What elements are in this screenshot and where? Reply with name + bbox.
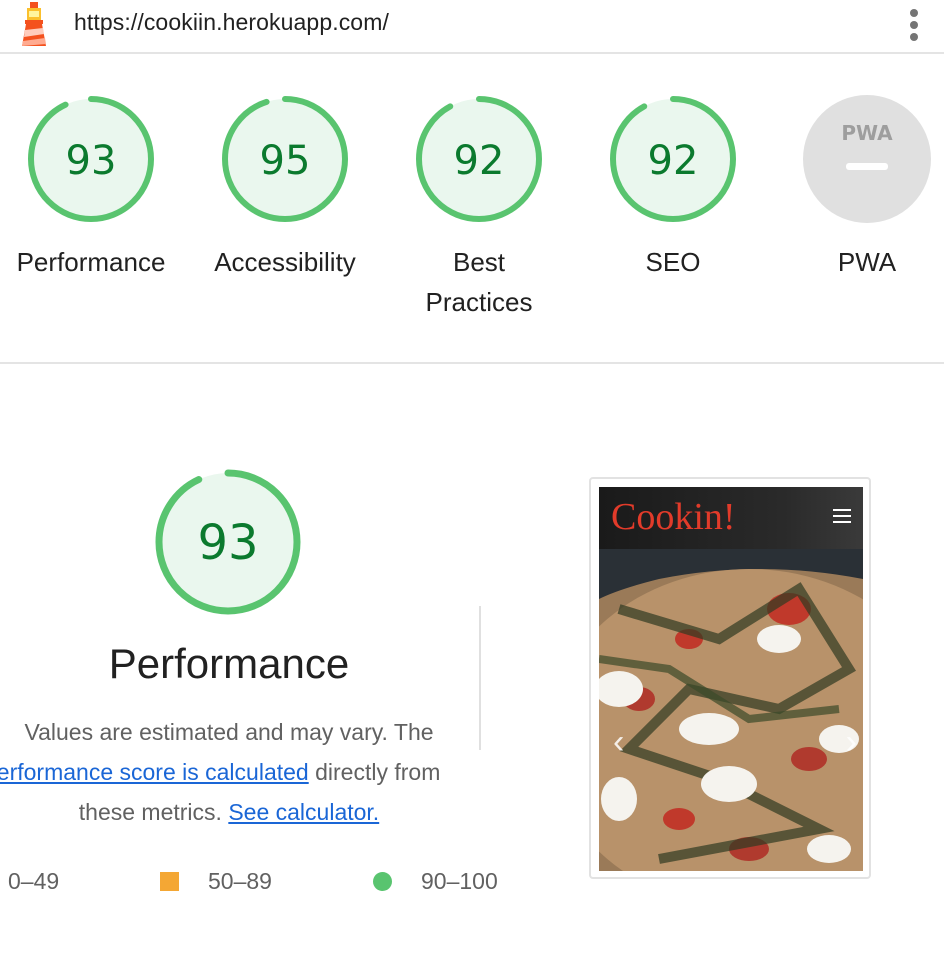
gauge-seo-ring: 92 (610, 96, 736, 222)
gauge-label: SEO (645, 247, 701, 277)
see-calculator-link[interactable]: See calculator. (228, 799, 379, 825)
gauge-performance[interactable]: 93 Performance (0, 56, 188, 282)
gauge-best-practices[interactable]: 92 Best Practices (382, 56, 576, 322)
legend-label: 90–100 (421, 868, 498, 894)
performance-gauge: 93 (155, 469, 301, 615)
lighthouse-icon (22, 2, 46, 46)
desc-line1: Values are estimated and may vary. The (24, 719, 434, 745)
gauge-best-practices-ring: 92 (416, 96, 542, 222)
desc-line3: these metrics. (78, 799, 222, 825)
gauge-label: Accessibility (214, 247, 356, 277)
kebab-menu-icon[interactable] (904, 6, 924, 42)
pwa-badge-text: PWA (841, 121, 893, 145)
gauge-label: PWA (837, 247, 897, 277)
circle-icon (373, 872, 392, 891)
hamburger-menu-icon (833, 509, 851, 527)
gauge-label: Best Practices (382, 242, 576, 322)
gauge-label: Performance (16, 247, 166, 277)
top-bar: https://cookiin.herokuapp.com/ (0, 0, 944, 54)
gauge-label-line2: Practices (425, 287, 533, 317)
gauge-score: 92 (454, 138, 505, 184)
gauge-label-line1: Best (452, 247, 506, 277)
carousel-next-icon: › (845, 723, 857, 761)
gauge-accessibility-ring: 95 (222, 96, 348, 222)
legend-label: 0–49 (8, 868, 60, 894)
carousel-prev-icon: ‹ (613, 723, 625, 761)
final-screenshot[interactable]: Cookin! ‹ › (589, 477, 871, 879)
category-gauges: 93 Performance 95 Accessibility 92 Best … (0, 56, 944, 364)
gauge-performance-ring: 93 (28, 96, 154, 222)
desc-line2-rest: directly from (308, 759, 441, 785)
gauge-score: 92 (648, 138, 699, 184)
performance-score: 93 (197, 515, 258, 571)
site-navbar: Cookin! (599, 487, 863, 549)
performance-description: Values are estimated and may vary. The p… (0, 712, 458, 832)
square-icon (160, 872, 179, 891)
pwa-badge-icon: PWA (803, 95, 931, 223)
gauge-score: 93 (66, 138, 117, 184)
gauge-score: 95 (260, 138, 311, 184)
legend-label: 50–89 (208, 868, 272, 894)
gauge-seo[interactable]: 92 SEO (576, 56, 770, 282)
gauge-accessibility[interactable]: 95 Accessibility (188, 56, 382, 282)
legend-fail: 0–49 (8, 868, 59, 895)
site-brand: Cookin! (611, 496, 736, 538)
pizza-image (599, 549, 863, 871)
performance-title: Performance (108, 640, 350, 687)
score-calculated-link[interactable]: performance score is calculated (0, 759, 309, 785)
gauge-pwa[interactable]: PWA PWA (770, 56, 944, 282)
vertical-divider (479, 606, 481, 750)
page-url: https://cookiin.herokuapp.com/ (74, 9, 389, 35)
